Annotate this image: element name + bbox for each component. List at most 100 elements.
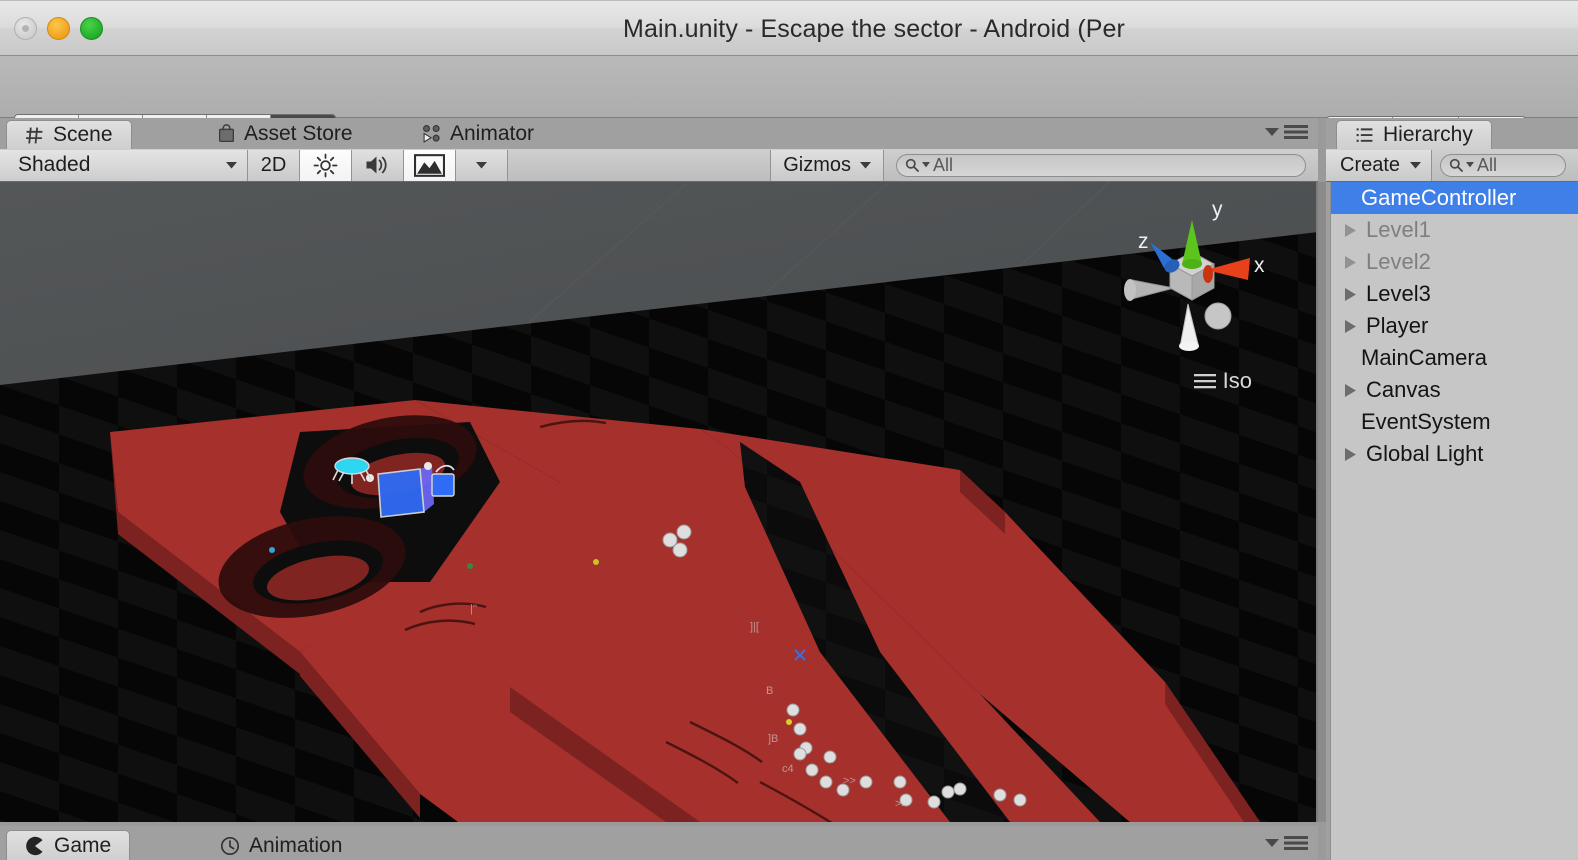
animator-icon <box>422 124 441 143</box>
hierarchy-item-eventsystem[interactable]: EventSystem <box>1331 406 1578 438</box>
hierarchy-item-label: EventSystem <box>1361 409 1491 434</box>
tab-hierarchy[interactable]: Hierarchy <box>1336 120 1492 149</box>
tab-scene-label: Scene <box>53 123 113 146</box>
tab-asset-store[interactable]: Asset Store <box>200 118 371 149</box>
tab-game[interactable]: Game <box>6 830 131 860</box>
effects-toggle-button[interactable] <box>404 149 456 181</box>
chevron-down-icon <box>1265 127 1279 137</box>
chevron-down-icon <box>1265 838 1279 848</box>
unity-editor-window: Main.unity - Escape the sector - Android… <box>0 0 1578 860</box>
hierarchy-icon <box>1355 127 1374 144</box>
main-toolbar: Center Local <box>0 56 1578 160</box>
expand-triangle-icon[interactable] <box>1339 255 1361 270</box>
hierarchy-item-gamecontroller[interactable]: GameController <box>1331 182 1578 214</box>
hierarchy-tab-row: Hierarchy <box>1326 118 1578 149</box>
svg-text:]B: ]B <box>768 733 778 745</box>
hierarchy-item-label: Level1 <box>1366 217 1431 242</box>
hamburger-icon <box>1284 835 1308 851</box>
axis-label-z: z <box>1138 230 1149 253</box>
scene-viewport[interactable]: ]|[ B ]B c4 >> >> B ]]| n2 |'' <box>0 182 1318 822</box>
tab-hierarchy-label: Hierarchy <box>1383 123 1473 146</box>
chevron-down-icon <box>1410 161 1422 169</box>
hierarchy-search-input[interactable]: All <box>1440 153 1566 177</box>
hierarchy-item-canvas[interactable]: Canvas <box>1331 374 1578 406</box>
search-icon <box>905 158 919 172</box>
hierarchy-item-label: Canvas <box>1366 377 1441 402</box>
gizmos-dropdown[interactable]: Gizmos <box>770 149 884 181</box>
hierarchy-item-level1[interactable]: Level1 <box>1331 214 1578 246</box>
axis-label-x: x <box>1254 254 1265 277</box>
scene-panel-menu[interactable] <box>1265 124 1308 140</box>
lighting-toggle-button[interactable] <box>300 149 352 181</box>
scene-tab-row: Scene Asset Store Animator <box>0 118 1318 149</box>
tab-animator-label: Animator <box>450 121 535 145</box>
hierarchy-toolbar: Create All <box>1326 149 1578 182</box>
scene-search-value: All <box>933 154 954 175</box>
hierarchy-item-maincamera[interactable]: MainCamera <box>1331 342 1578 374</box>
hierarchy-item-label: Level2 <box>1366 249 1431 274</box>
axis-label-y: y <box>1212 198 1223 221</box>
toggle-2d-label: 2D <box>260 153 287 176</box>
hierarchy-panel: Hierarchy Create All GameController Leve… <box>1326 118 1578 860</box>
viewport-right-edge <box>1318 182 1326 822</box>
hierarchy-tree[interactable]: GameController Level1 Level2 Level3 Player Ma… <box>1330 182 1578 860</box>
hierarchy-item-player[interactable]: Player <box>1331 310 1578 342</box>
create-button[interactable]: Create <box>1326 149 1433 181</box>
grid-icon <box>25 126 44 145</box>
scene-view-toolbar: Shaded 2D Gizmos All <box>0 149 1318 182</box>
clock-icon <box>220 836 240 856</box>
effects-dropdown-button[interactable] <box>456 149 508 181</box>
hierarchy-item-label: Global Light <box>1366 441 1484 466</box>
store-icon <box>218 124 235 143</box>
scene-axis-gizmo[interactable]: y z x <box>1102 192 1282 412</box>
expand-triangle-icon[interactable] <box>1339 319 1361 334</box>
tab-scene[interactable]: Scene <box>6 120 132 149</box>
svg-text:B: B <box>766 685 773 697</box>
bottom-panel-menu[interactable] <box>1265 835 1308 851</box>
bottom-tab-row: Game Animation <box>0 826 1318 860</box>
audio-toggle-button[interactable] <box>352 149 404 181</box>
window-title: Main.unity - Escape the sector - Android… <box>623 14 1125 43</box>
hierarchy-item-label: GameController <box>1361 185 1517 210</box>
hierarchy-item-level3[interactable]: Level3 <box>1331 278 1578 310</box>
game-icon <box>25 836 45 856</box>
svg-text:>>: >> <box>843 775 856 787</box>
expand-triangle-icon[interactable] <box>1339 447 1361 462</box>
axis-gizmo-svg <box>1124 220 1250 351</box>
expand-triangle-icon[interactable] <box>1339 287 1361 302</box>
projection-mode-toggle[interactable]: Iso <box>1193 368 1252 394</box>
tab-animation-label: Animation <box>249 833 343 857</box>
draw-mode-label: Shaded <box>18 153 91 176</box>
expand-triangle-icon[interactable] <box>1339 383 1361 398</box>
scene-search-input[interactable]: All <box>896 153 1306 177</box>
window-titlebar: Main.unity - Escape the sector - Android… <box>0 0 1578 56</box>
image-icon <box>414 153 445 177</box>
svg-text:|'': |'' <box>470 603 477 615</box>
tab-animator[interactable]: Animator <box>404 118 552 149</box>
search-filter-caret-icon <box>922 162 930 168</box>
gizmos-label: Gizmos <box>783 153 851 176</box>
draw-mode-dropdown[interactable]: Shaded <box>0 149 248 181</box>
sun-icon <box>313 153 338 178</box>
hierarchy-item-label: MainCamera <box>1361 345 1487 370</box>
search-icon <box>1449 158 1463 172</box>
tab-animation[interactable]: Animation <box>202 830 360 860</box>
tab-asset-store-label: Asset Store <box>244 121 353 145</box>
projection-mode-label: Iso <box>1222 368 1252 393</box>
svg-text:]|[: ]|[ <box>750 621 759 633</box>
svg-text:c4: c4 <box>782 763 794 775</box>
toggle-2d-button[interactable]: 2D <box>248 149 300 181</box>
hierarchy-item-global-light[interactable]: Global Light <box>1331 438 1578 470</box>
hierarchy-item-level2[interactable]: Level2 <box>1331 246 1578 278</box>
svg-text:>>: >> <box>895 798 908 810</box>
hamburger-icon <box>1284 124 1308 140</box>
chevron-down-icon <box>860 161 871 169</box>
hierarchy-item-label: Player <box>1366 313 1429 338</box>
hierarchy-item-label: Level3 <box>1366 281 1431 306</box>
hamburger-icon <box>1193 373 1216 389</box>
create-button-label: Create <box>1340 153 1401 176</box>
chevron-down-icon <box>226 161 237 169</box>
tab-game-label: Game <box>54 833 112 857</box>
chevron-down-icon <box>476 161 487 169</box>
expand-triangle-icon[interactable] <box>1339 223 1361 238</box>
